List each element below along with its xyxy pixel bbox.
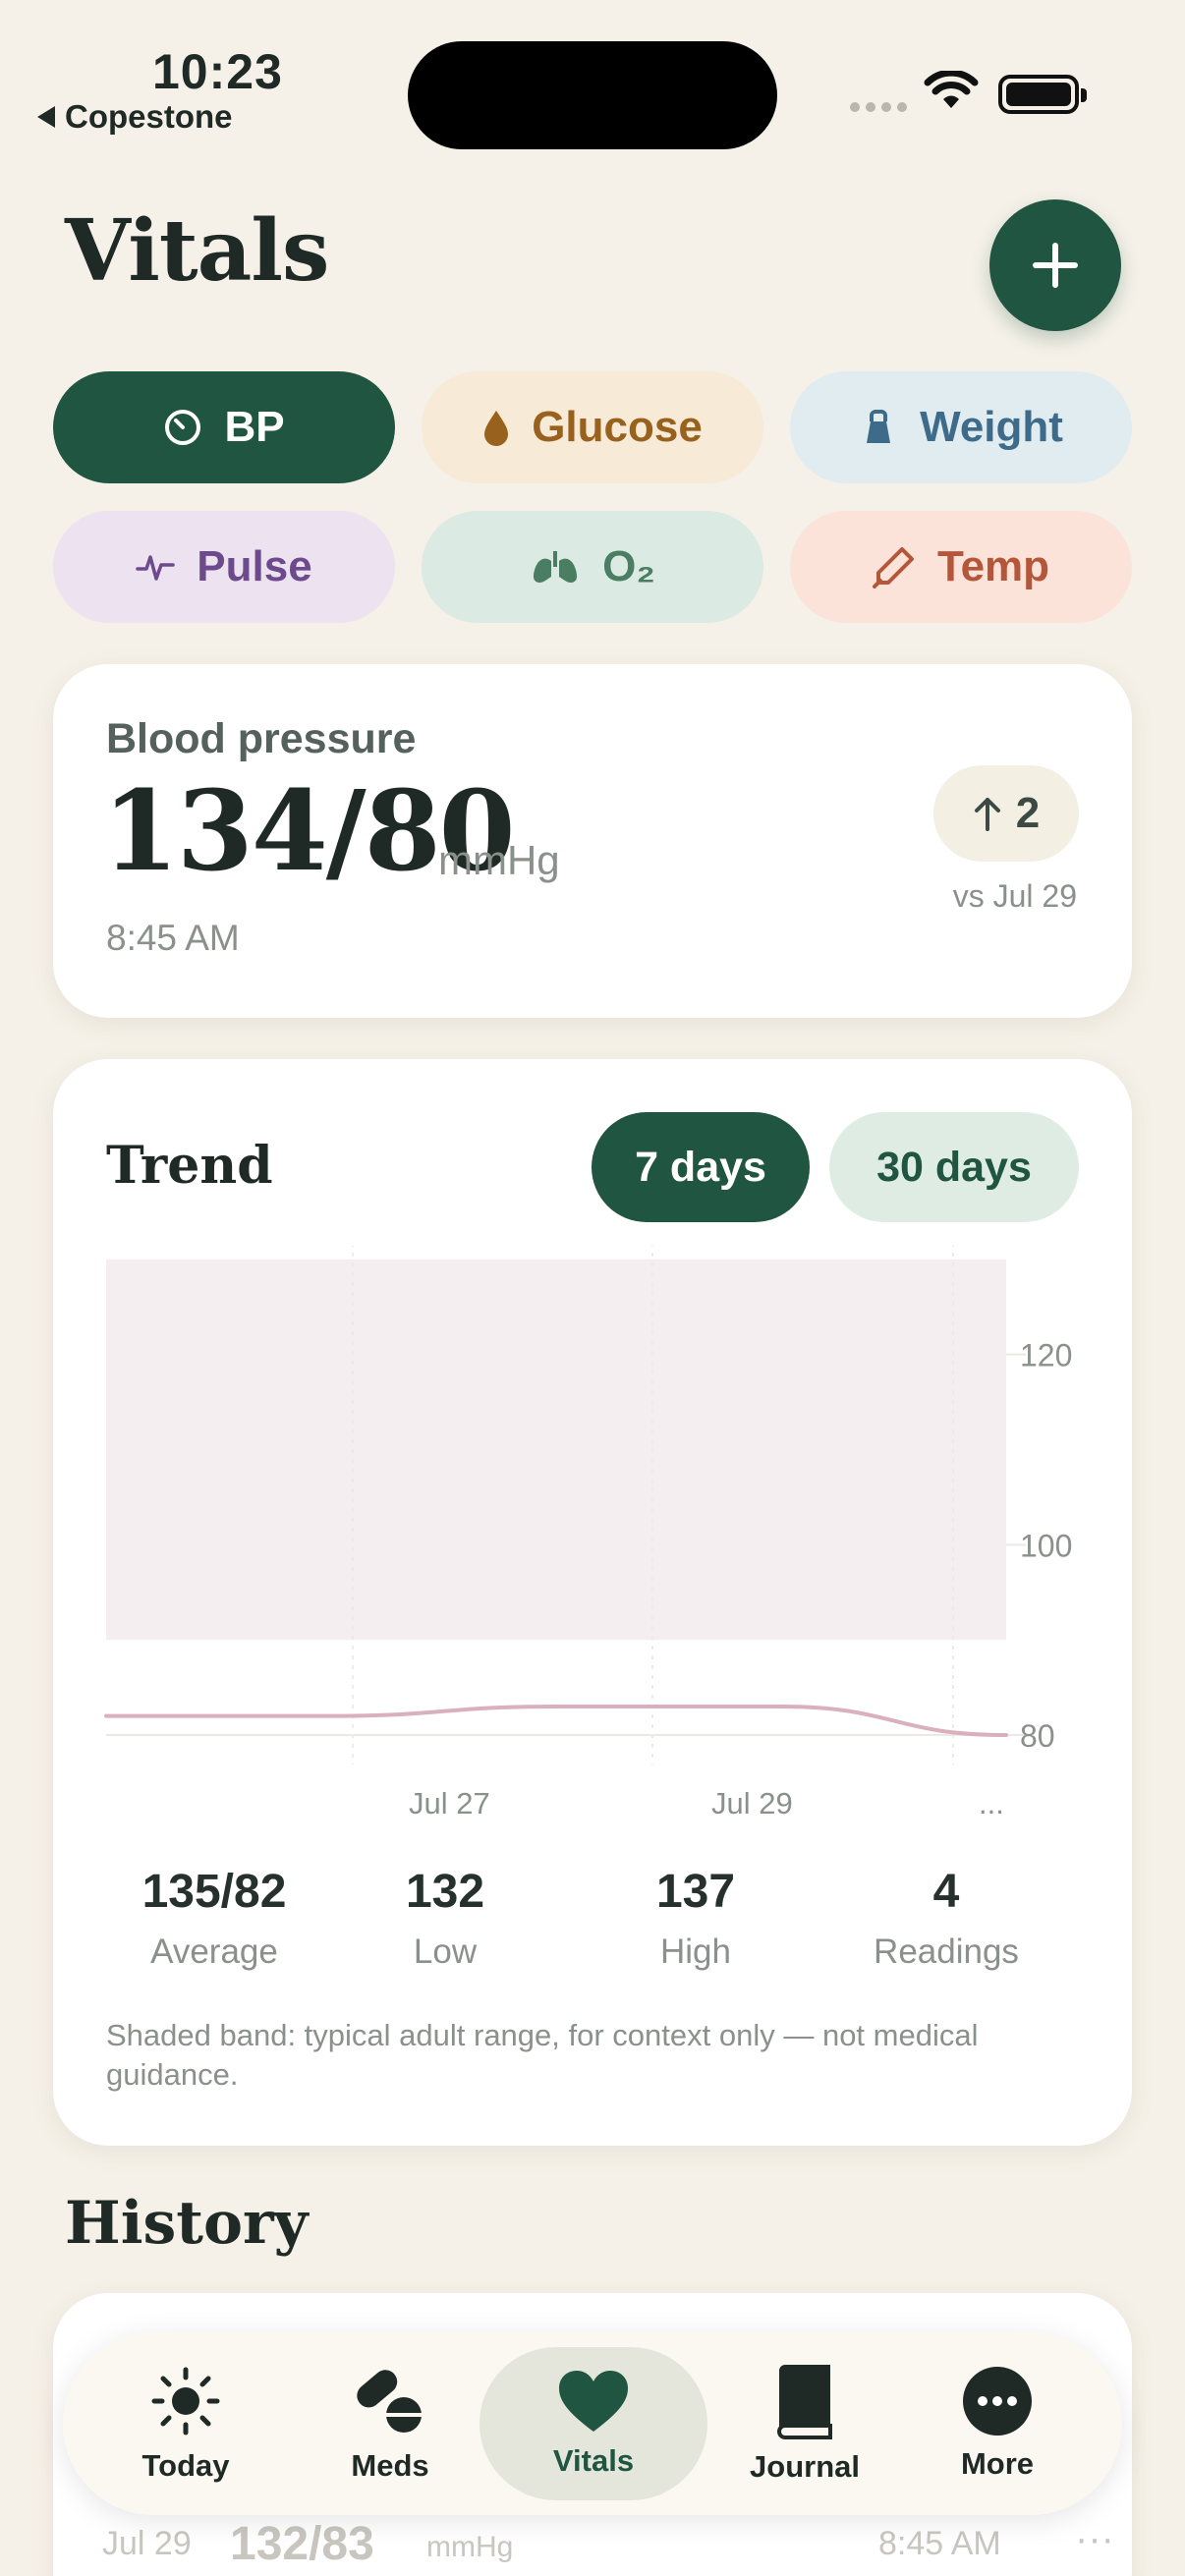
tab-more[interactable]: More <box>933 2332 1061 2515</box>
signal-icon <box>850 102 907 112</box>
pills-icon <box>357 2370 422 2433</box>
dynamic-island <box>408 41 777 149</box>
x-tick-label: Jul 29 <box>711 1786 793 1816</box>
trend-stats: 135/82 Average 132 Low 137 High 4 Readin… <box>106 1865 1079 1972</box>
chip-bp[interactable]: BP <box>53 371 395 483</box>
book-icon <box>776 2365 832 2439</box>
heartbeat-icon <box>136 555 176 581</box>
stat-value: 135/82 <box>141 1866 287 1918</box>
x-tick-label: Jul 27 <box>409 1786 490 1816</box>
tab-label: More <box>960 2446 1035 2481</box>
history-row[interactable]: Jul 29 132/83 mmHg 8:45 AM ··· <box>102 2517 1114 2576</box>
more-icon <box>963 2367 1032 2436</box>
history-title: History <box>65 2189 309 2258</box>
back-to-app-link[interactable]: Copestone <box>37 98 233 136</box>
gauge-icon <box>165 410 201 445</box>
add-reading-button[interactable] <box>989 199 1121 331</box>
stat-value: 137 <box>655 1866 736 1918</box>
normal-range-band <box>106 1259 1006 1641</box>
trend-title: Trend <box>106 1136 273 1196</box>
x-tick-label: ... <box>979 1786 1004 1816</box>
stat-label: High <box>660 1932 731 1971</box>
stat-label: Low <box>413 1932 478 1971</box>
y-tick-label: 100 <box>1020 1528 1072 1563</box>
diastolic-line <box>104 1704 1008 1737</box>
sun-icon <box>151 2367 220 2436</box>
chip-glucose[interactable]: Glucose <box>422 371 763 483</box>
lungs-icon <box>534 551 578 583</box>
stat-high: 137 High <box>578 1865 814 1972</box>
delta-comparison: vs Jul 29 <box>952 878 1077 914</box>
back-arrow-icon <box>37 106 55 128</box>
history-value: 132/83 <box>230 2518 374 2570</box>
stat-label: Average <box>150 1932 278 1971</box>
row-more-icon[interactable]: ··· <box>1075 2517 1114 2561</box>
y-tick-label: 120 <box>1020 1338 1072 1373</box>
stat-label: Readings <box>874 1932 1019 1971</box>
tab-bar: Today Meds Vitals Journal More <box>63 2332 1122 2515</box>
y-tick-label: 80 <box>1020 1718 1055 1754</box>
trend-chart: 14012010080 Jul 27Jul 29... <box>104 1246 1072 1816</box>
chip-label: Pulse <box>197 542 312 590</box>
stat-value: 132 <box>405 1866 485 1918</box>
vital-type-chips: BP Glucose Weight Pulse O₂ Temp <box>53 371 1132 623</box>
band-disclaimer: Shaded band: typical adult range, for co… <box>106 2018 979 2092</box>
page-title: Vitals <box>65 201 329 301</box>
tab-meds[interactable]: Meds <box>326 2332 454 2515</box>
chip-label: BP <box>224 403 285 451</box>
arrow-up-icon <box>974 798 1000 831</box>
reading-time: 8:45 AM <box>106 918 240 958</box>
range-30-days-button[interactable]: 30 days <box>829 1112 1079 1222</box>
history-time: 8:45 AM <box>878 2525 1001 2562</box>
battery-icon <box>998 75 1087 114</box>
stat-average: 135/82 Average <box>106 1865 322 1972</box>
stat-value: 4 <box>932 1866 960 1918</box>
thermometer-icon <box>872 547 914 588</box>
delta-value: 2 <box>1015 789 1041 837</box>
reading-unit: mmHg <box>438 837 560 883</box>
trend-card: Trend 7 days 30 days 14012010080 Jul 27J… <box>53 1059 1132 2146</box>
chip-o2[interactable]: O₂ <box>422 511 763 623</box>
tab-label: Meds <box>351 2448 429 2483</box>
stat-readings: 4 Readings <box>814 1865 1079 1972</box>
status-time: 10:23 <box>152 44 283 99</box>
status-bar: 10:23 Copestone <box>0 0 1185 149</box>
back-app-label: Copestone <box>65 98 233 135</box>
chip-label: Temp <box>936 542 1050 590</box>
chip-weight[interactable]: Weight <box>790 371 1132 483</box>
reading-label: Blood pressure <box>106 715 417 762</box>
chip-temp[interactable]: Temp <box>790 511 1132 623</box>
range-7-days-button[interactable]: 7 days <box>592 1112 810 1222</box>
chip-label: Weight <box>920 403 1063 451</box>
wifi-icon <box>924 71 979 108</box>
drop-icon <box>484 411 509 446</box>
history-unit: mmHg <box>426 2531 514 2563</box>
latest-reading-card[interactable]: Blood pressure 134/80 mmHg 8:45 AM 2 vs … <box>53 664 1132 1018</box>
tab-label: Journal <box>750 2449 860 2484</box>
tab-journal[interactable]: Journal <box>731 2332 878 2515</box>
plus-icon <box>1033 243 1078 288</box>
tab-vitals[interactable]: Vitals <box>480 2347 707 2500</box>
tab-label: Vitals <box>552 2443 635 2478</box>
chip-label: Glucose <box>532 403 703 451</box>
tab-label: Today <box>141 2448 230 2483</box>
tab-today[interactable]: Today <box>122 2332 250 2515</box>
delta-badge: 2 <box>933 765 1079 862</box>
heart-icon <box>559 2371 628 2432</box>
chip-pulse[interactable]: Pulse <box>53 511 395 623</box>
kettlebell-icon <box>867 410 891 443</box>
history-date: Jul 29 <box>102 2525 192 2562</box>
chip-label: O₂ <box>602 542 655 590</box>
stat-low: 132 Low <box>312 1865 578 1972</box>
